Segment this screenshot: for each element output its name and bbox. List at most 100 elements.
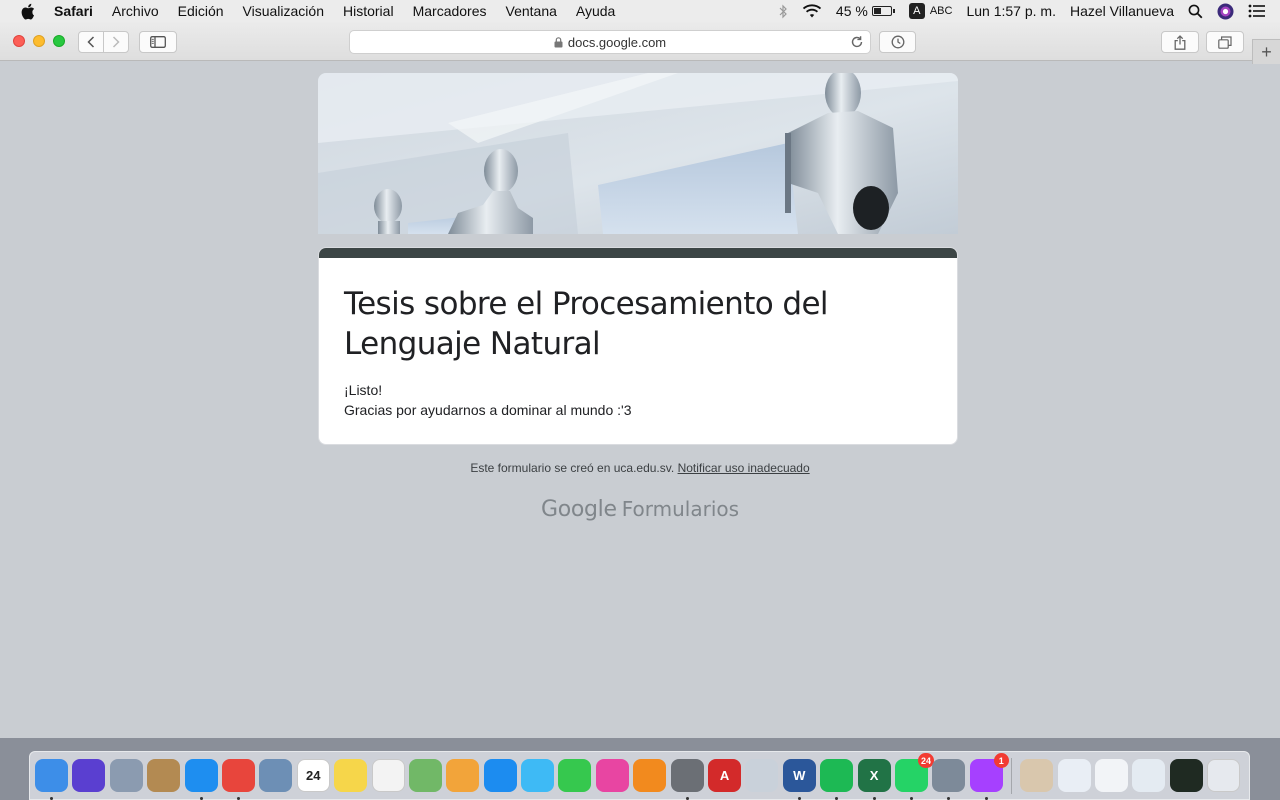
word-icon[interactable]: W (782, 759, 816, 800)
window-fullscreen-button[interactable] (53, 35, 65, 47)
input-source-badge: A (908, 3, 925, 19)
confirmation-line-2: Gracias por ayudarnos a dominar al mundo… (344, 402, 632, 418)
finder-icon[interactable] (35, 759, 68, 800)
system-preferences-icon[interactable] (670, 759, 704, 800)
confirmation-line-1: ¡Listo! (344, 382, 383, 398)
bluetooth-icon[interactable] (779, 4, 788, 19)
books-icon[interactable] (633, 759, 667, 792)
page-content: Tesis sobre el Procesamiento del Lenguaj… (0, 62, 1280, 738)
battery-level-fill (873, 8, 882, 14)
messenger-icon[interactable]: 1 (969, 753, 1009, 800)
share-button[interactable] (1161, 31, 1199, 53)
word-label: W (793, 768, 806, 783)
battery-icon (871, 6, 892, 16)
address-bar[interactable]: docs.google.com (349, 30, 871, 54)
forms-wordmark: Formularios (621, 497, 740, 521)
safari-window: docs.google.com + Tesis sobre el Procesa… (0, 22, 1280, 738)
recent-window-5-icon[interactable] (1169, 759, 1203, 792)
history-button[interactable] (879, 31, 916, 53)
back-button[interactable] (78, 31, 104, 53)
menu-marcadores[interactable]: Marcadores (413, 3, 487, 19)
battery-tip (892, 9, 895, 13)
menu-historial[interactable]: Historial (343, 3, 394, 19)
safari-icon[interactable] (184, 759, 218, 800)
whatsapp-icon[interactable]: 24 (894, 753, 934, 800)
menu-visualizacion[interactable]: Visualización (243, 3, 324, 19)
notification-center-icon[interactable] (1248, 4, 1266, 18)
confirmation-card: Tesis sobre el Procesamiento del Lenguaj… (318, 247, 958, 445)
maps-icon[interactable] (408, 759, 442, 792)
tabs-overview-button[interactable] (1206, 31, 1244, 53)
photos-icon[interactable] (446, 759, 480, 792)
form-title: Tesis sobre el Procesamiento del Lenguaj… (344, 286, 829, 362)
confirmation-message: ¡Listo! Gracias por ayudarnos a dominar … (344, 380, 632, 420)
share-icon (1174, 34, 1186, 50)
excel-label: X (869, 768, 879, 783)
menu-bar: Safari Archivo Edición Visualización His… (0, 0, 1280, 22)
window-minimize-button[interactable] (33, 35, 45, 47)
browser-toolbar: docs.google.com + (0, 22, 1280, 64)
user-name[interactable]: Hazel Villanueva (1070, 3, 1174, 19)
messages-icon[interactable] (521, 759, 555, 792)
siri-icon[interactable] (72, 759, 106, 792)
menu-edicion[interactable]: Edición (178, 3, 224, 19)
clock[interactable]: Lun 1:57 p. m. (966, 3, 1056, 19)
battery-percent: 45 % (835, 3, 868, 19)
calendar-label: 24 (306, 768, 321, 783)
wifi-icon[interactable] (802, 3, 822, 19)
google-forms-logo[interactable]: Google Formularios (0, 497, 1280, 522)
apple-menu-icon[interactable] (20, 3, 38, 20)
clock-icon (891, 35, 904, 49)
menu-ayuda[interactable]: Ayuda (576, 3, 615, 19)
spotlight-search-icon[interactable] (1188, 4, 1203, 19)
trash-icon[interactable] (1207, 759, 1241, 792)
preview-icon[interactable] (259, 759, 293, 792)
plus-icon: + (1261, 41, 1272, 62)
recent-window-1-icon[interactable] (1020, 759, 1054, 792)
spotify-icon[interactable] (820, 759, 854, 800)
battery-status[interactable]: 45 % (836, 3, 895, 19)
window-close-button[interactable] (13, 35, 25, 47)
dock: 24 A W X 24 1 (29, 751, 1250, 800)
menu-archivo[interactable]: Archivo (112, 3, 159, 19)
itunes-icon[interactable] (595, 759, 629, 792)
files-icon[interactable] (745, 759, 779, 792)
chrome-icon[interactable] (221, 759, 255, 800)
footer-text: Este formulario se creó en uca.edu.sv. (470, 461, 675, 475)
report-abuse-link[interactable]: Notificar uso inadecuado (678, 461, 810, 475)
facetime-icon[interactable] (558, 759, 592, 792)
autocad-label: A (719, 768, 730, 783)
form-header-image (318, 73, 958, 234)
google-wordmark: Google (540, 497, 617, 522)
sidebar-icon (150, 36, 166, 48)
recent-window-2-icon[interactable] (1057, 759, 1091, 792)
notes-icon[interactable] (334, 759, 368, 792)
new-tab-button[interactable]: + (1252, 39, 1280, 64)
calendar-icon[interactable]: 24 (296, 759, 330, 792)
form-footer: Este formulario se creó en uca.edu.sv. N… (0, 461, 1280, 475)
card-accent-bar (319, 248, 957, 258)
launchpad-icon[interactable] (109, 759, 143, 792)
dock-separator (1011, 757, 1013, 794)
reload-icon[interactable] (850, 35, 864, 49)
menu-ventana[interactable]: Ventana (506, 3, 557, 19)
chevron-left-icon (87, 36, 95, 48)
chevron-right-icon (112, 36, 120, 48)
menu-app-name[interactable]: Safari (54, 3, 93, 19)
address-text: docs.google.com (567, 34, 667, 50)
lock-icon (554, 36, 563, 48)
autocad-icon[interactable]: A (708, 759, 742, 792)
tabs-icon (1218, 35, 1232, 49)
recent-window-3-icon[interactable] (1094, 759, 1128, 792)
siri-menu-icon[interactable] (1217, 3, 1234, 20)
excel-icon[interactable]: X (857, 759, 891, 800)
app-store-icon[interactable] (483, 759, 517, 792)
forward-button[interactable] (103, 31, 129, 53)
input-source-label: ABC (929, 5, 953, 17)
input-source[interactable]: A ABC (908, 3, 953, 19)
contacts-icon[interactable] (147, 759, 181, 792)
reminders-icon[interactable] (371, 759, 405, 792)
image-capture-icon[interactable] (932, 759, 966, 800)
sidebar-toggle-button[interactable] (139, 31, 177, 53)
recent-window-4-icon[interactable] (1132, 759, 1166, 792)
